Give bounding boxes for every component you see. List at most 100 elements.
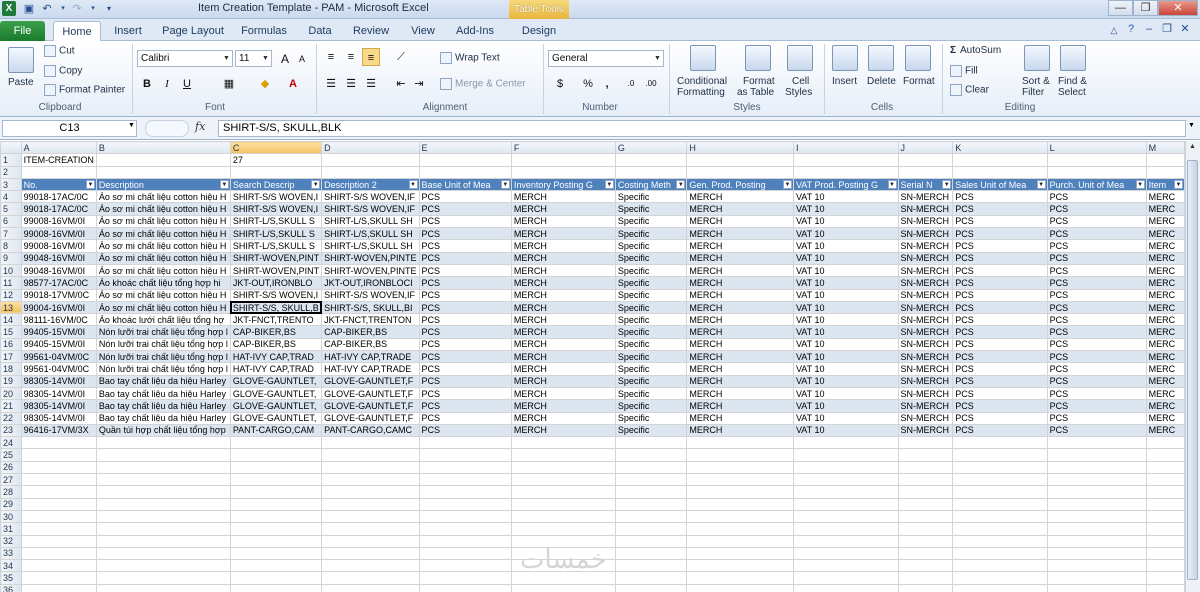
cell[interactable]: MERCH: [686, 374, 794, 388]
cell[interactable]: [614, 448, 688, 462]
cell[interactable]: [418, 571, 512, 585]
cell[interactable]: MERCH: [510, 350, 616, 364]
cell[interactable]: PCS: [418, 190, 512, 204]
format-cells-button[interactable]: Format: [903, 76, 935, 87]
cell[interactable]: 98305-14VM/0I: [20, 374, 97, 388]
cell[interactable]: SHIRT-WOVEN,PINT: [229, 251, 323, 265]
cell[interactable]: [95, 153, 231, 167]
fill-button[interactable]: Fill: [950, 65, 978, 77]
cell[interactable]: SN-MERCH: [897, 362, 954, 376]
decrease-decimal-icon[interactable]: .00: [642, 75, 660, 93]
cell[interactable]: PCS: [1046, 386, 1147, 401]
cell[interactable]: PCS: [1046, 313, 1147, 327]
cell[interactable]: 99048-16VM/0I: [20, 251, 97, 265]
filter-dropdown-icon[interactable]: ▼: [1135, 179, 1145, 189]
cell[interactable]: VAT 10: [792, 251, 899, 265]
cell[interactable]: [1145, 153, 1185, 167]
cell[interactable]: [952, 153, 1048, 167]
cell[interactable]: [229, 509, 323, 524]
cell[interactable]: PCS: [1046, 399, 1147, 413]
cell[interactable]: [897, 571, 954, 585]
restore-button[interactable]: ❐: [1133, 0, 1158, 16]
cell[interactable]: [321, 559, 420, 573]
cell[interactable]: [95, 546, 231, 561]
tab-add-ins[interactable]: Add-Ins: [450, 21, 500, 41]
cell[interactable]: GLOVE-GAUNTLET,: [229, 374, 323, 388]
cell[interactable]: VAT 10: [792, 423, 899, 438]
cell[interactable]: [614, 436, 688, 450]
cell[interactable]: SHIRT-S/S WOVEN,I: [229, 288, 323, 302]
cell[interactable]: Bao tay chất liệu da hiệu Harley: [95, 386, 231, 401]
cell[interactable]: [1046, 509, 1147, 524]
cell[interactable]: [321, 153, 420, 167]
cell[interactable]: Specific: [614, 386, 688, 401]
cell[interactable]: [321, 583, 420, 592]
cell[interactable]: PCS: [418, 276, 512, 290]
paste-button[interactable]: Paste: [8, 77, 34, 88]
conditional-formatting-icon[interactable]: [690, 45, 716, 71]
workbook-close-icon[interactable]: ✕: [1178, 22, 1192, 36]
row-header[interactable]: 21: [0, 399, 22, 413]
cell[interactable]: Specific: [614, 300, 688, 315]
cell[interactable]: Nón lưỡi trai chất liệu tổng hợp l: [95, 350, 231, 364]
wrap-text-button[interactable]: Wrap Text: [440, 52, 500, 64]
cell[interactable]: Specific: [614, 325, 688, 339]
cell[interactable]: SHIRT-S/S WOVEN,IF: [321, 202, 420, 216]
cell[interactable]: [792, 165, 899, 179]
cell[interactable]: CAP-BIKER,BS: [321, 337, 420, 352]
insert-function-icon[interactable]: fx: [195, 120, 213, 133]
cell[interactable]: MERCH: [686, 411, 794, 425]
number-format-combo[interactable]: General ▼: [548, 50, 664, 67]
row-header[interactable]: 5: [0, 202, 22, 216]
cell[interactable]: [897, 485, 954, 499]
cell[interactable]: [1145, 559, 1185, 573]
table-column-header[interactable]: Item ▼: [1145, 177, 1185, 192]
cell[interactable]: [1145, 436, 1185, 450]
cell[interactable]: MERC: [1145, 362, 1185, 376]
cell[interactable]: MERCH: [686, 337, 794, 352]
cell[interactable]: [418, 485, 512, 499]
cell[interactable]: PCS: [952, 423, 1048, 438]
cell[interactable]: SN-MERCH: [897, 313, 954, 327]
cell[interactable]: [686, 534, 794, 548]
cell[interactable]: [510, 165, 616, 179]
cell[interactable]: PCS: [418, 399, 512, 413]
cell[interactable]: MERCH: [686, 214, 794, 229]
cell[interactable]: PCS: [418, 300, 512, 315]
cell[interactable]: PCS: [418, 362, 512, 376]
cell[interactable]: [952, 448, 1048, 462]
row-header[interactable]: 36: [0, 583, 22, 592]
cell[interactable]: [418, 534, 512, 548]
cell[interactable]: Áo sơ mi chất liệu cotton hiệu H: [95, 202, 231, 216]
cell[interactable]: PCS: [952, 202, 1048, 216]
cell[interactable]: MERC: [1145, 214, 1185, 229]
table-column-header[interactable]: Inventory Posting G ▼: [510, 177, 616, 192]
cell[interactable]: [20, 583, 97, 592]
column-header[interactable]: K: [952, 141, 1048, 155]
cell[interactable]: GLOVE-GAUNTLET,F: [321, 411, 420, 425]
cell[interactable]: PCS: [952, 325, 1048, 339]
cell[interactable]: 99004-16VM/0I: [20, 300, 97, 315]
cell[interactable]: PCS: [1046, 350, 1147, 364]
cell[interactable]: [686, 509, 794, 524]
cell[interactable]: [20, 534, 97, 548]
cell-styles-button[interactable]: Cell: [792, 76, 809, 87]
align-left-icon[interactable]: ☰: [322, 75, 340, 93]
cell[interactable]: [95, 534, 231, 548]
cell[interactable]: PCS: [952, 239, 1048, 253]
cell[interactable]: VAT 10: [792, 386, 899, 401]
cell[interactable]: PCS: [418, 288, 512, 302]
cell[interactable]: [510, 583, 616, 592]
cell[interactable]: SN-MERCH: [897, 276, 954, 290]
cell[interactable]: VAT 10: [792, 325, 899, 339]
autosum-button[interactable]: Σ AutoSum: [950, 45, 1001, 56]
cell[interactable]: PCS: [418, 239, 512, 253]
cell[interactable]: [614, 509, 688, 524]
cell[interactable]: VAT 10: [792, 239, 899, 253]
cell[interactable]: [686, 473, 794, 487]
cell[interactable]: VAT 10: [792, 288, 899, 302]
row-header[interactable]: 16: [0, 337, 22, 352]
cell[interactable]: MERCH: [686, 386, 794, 401]
cell[interactable]: [20, 522, 97, 536]
cell[interactable]: Specific: [614, 276, 688, 290]
